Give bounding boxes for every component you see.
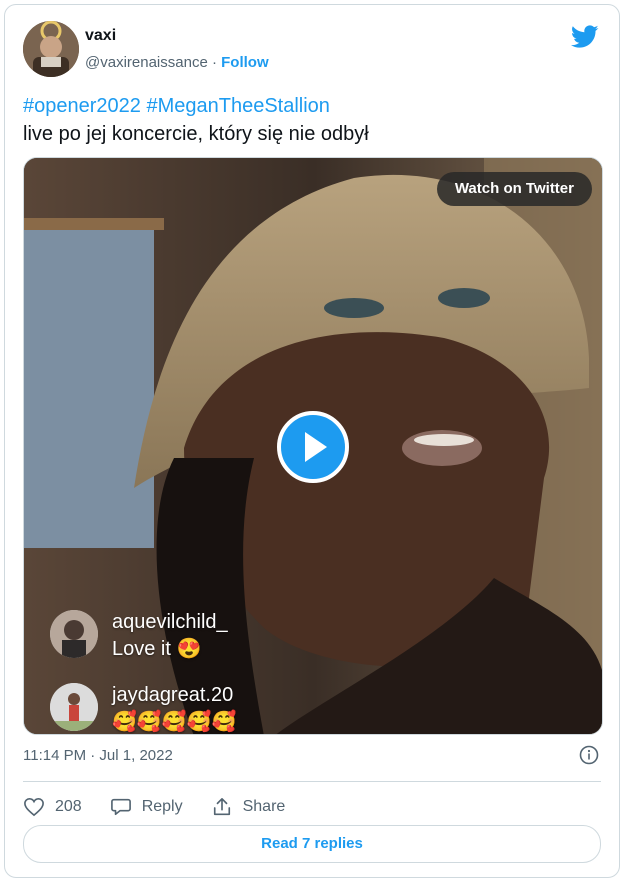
author-name[interactable]: vaxi xyxy=(85,27,116,45)
tweet-hashtags: #opener2022 #MeganTheeStallion xyxy=(23,92,603,120)
commenter-username: aquevilchild_ xyxy=(112,611,228,633)
commenter-username: jaydagreat.20 xyxy=(112,684,234,706)
tweet-actions: 208 Reply Share xyxy=(23,793,313,821)
info-icon[interactable] xyxy=(579,745,599,765)
tweet-text: #opener2022 #MeganTheeStallion live po j… xyxy=(23,92,603,148)
live-comment: jaydagreat.20 🥰🥰🥰🥰🥰 xyxy=(50,683,237,734)
author-handle[interactable]: @vaxirenaissance xyxy=(85,54,208,71)
watch-on-twitter-button[interactable]: Watch on Twitter xyxy=(436,172,592,206)
author-handle-row: @vaxirenaissance · Follow xyxy=(85,54,269,71)
read-replies-button[interactable]: Read 7 replies xyxy=(23,825,601,863)
commenter-avatar xyxy=(50,610,98,658)
tweet-card: vaxi @vaxirenaissance · Follow #opener20… xyxy=(4,4,620,878)
heart-icon xyxy=(24,797,44,817)
video-player[interactable]: Watch on Twitter aquevilchild_ Love it 😍… xyxy=(23,157,603,735)
hashtag-link[interactable]: #MeganTheeStallion xyxy=(146,95,329,117)
like-button[interactable]: 208 xyxy=(23,797,82,817)
play-icon xyxy=(305,432,327,462)
comment-text: Love it 😍 xyxy=(112,638,202,660)
like-count: 208 xyxy=(55,798,82,815)
share-icon xyxy=(213,798,230,816)
twitter-bird-icon[interactable] xyxy=(571,25,599,49)
follow-button[interactable]: Follow xyxy=(221,54,269,71)
commenter-avatar xyxy=(50,683,98,731)
play-button[interactable] xyxy=(277,411,349,483)
author-avatar[interactable] xyxy=(23,21,79,77)
reply-bubble-icon xyxy=(110,798,131,816)
hashtag-link[interactable]: #opener2022 xyxy=(23,95,141,117)
divider xyxy=(23,781,601,782)
reply-button[interactable]: Reply xyxy=(110,797,183,817)
share-button[interactable]: Share xyxy=(211,797,286,817)
tweet-timestamp[interactable]: 11:14 PM · Jul 1, 2022 xyxy=(23,747,173,764)
live-comment: aquevilchild_ Love it 😍 xyxy=(50,610,228,664)
separator-dot: · xyxy=(207,54,222,71)
share-label: Share xyxy=(242,798,286,815)
reply-label: Reply xyxy=(141,798,183,815)
comment-text: 🥰🥰🥰🥰🥰 xyxy=(112,711,237,733)
tweet-body: live po jej koncercie, który się nie odb… xyxy=(23,123,369,145)
